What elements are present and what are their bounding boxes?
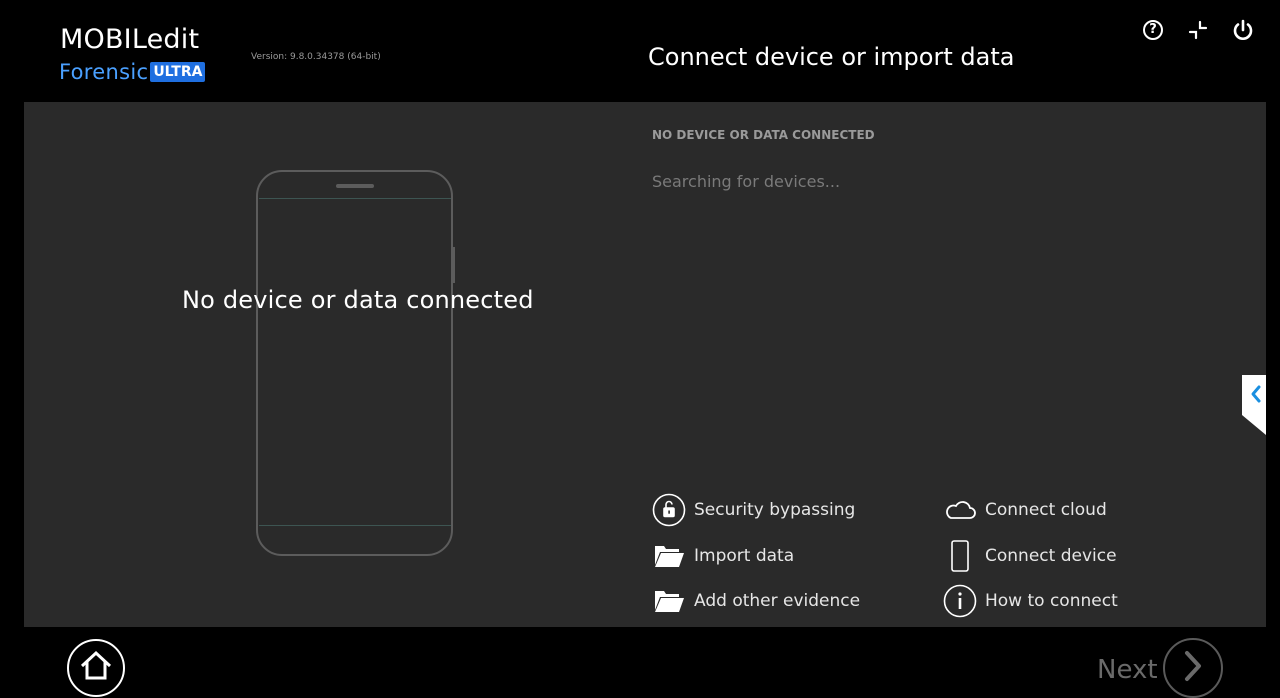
home-icon xyxy=(79,650,113,686)
version-label: Version: 9.8.0.34378 (64-bit) xyxy=(251,52,381,62)
logo-ultra-badge: ULTRA xyxy=(150,62,206,82)
minimize-icon[interactable] xyxy=(1185,17,1211,43)
chevron-right-icon xyxy=(1181,649,1205,687)
connection-status-heading: NO DEVICE OR DATA CONNECTED xyxy=(652,128,875,142)
phone-speaker xyxy=(336,184,374,188)
security-bypassing-button[interactable]: Security bypassing xyxy=(652,493,855,527)
phone-screen-bottom-line xyxy=(259,525,451,526)
phone-icon xyxy=(943,539,977,573)
app-logo-subtitle: Forensic ULTRA xyxy=(59,60,206,84)
info-icon xyxy=(943,584,977,618)
how-to-connect-button[interactable]: How to connect xyxy=(943,584,1118,618)
connect-device-label: Connect device xyxy=(985,546,1117,566)
cloud-icon xyxy=(943,493,977,527)
how-to-connect-label: How to connect xyxy=(985,591,1118,611)
no-device-message: No device or data connected xyxy=(182,286,534,314)
security-bypassing-label: Security bypassing xyxy=(694,500,856,520)
folder-open-icon xyxy=(652,539,686,573)
phone-outline-illustration xyxy=(256,170,453,556)
side-panel-toggle[interactable] xyxy=(1242,375,1266,435)
add-other-evidence-label: Add other evidence xyxy=(694,591,861,611)
help-icon[interactable]: ? xyxy=(1140,17,1166,43)
power-icon[interactable] xyxy=(1230,17,1256,43)
import-data-label: Import data xyxy=(694,546,795,566)
connect-cloud-button[interactable]: Connect cloud xyxy=(943,493,1107,527)
phone-screen-top-line xyxy=(259,198,451,199)
connect-cloud-label: Connect cloud xyxy=(985,500,1107,520)
app-logo-title: MOBILedit xyxy=(60,24,200,55)
next-label: Next xyxy=(1097,655,1158,685)
searching-status: Searching for devices... xyxy=(652,172,841,191)
next-button[interactable] xyxy=(1163,638,1223,698)
import-data-button[interactable]: Import data xyxy=(652,539,794,573)
add-other-evidence-button[interactable]: Add other evidence xyxy=(652,584,860,618)
logo-forensic-text: Forensic xyxy=(59,60,149,84)
home-button[interactable] xyxy=(67,639,125,697)
unlock-icon xyxy=(652,493,686,527)
connect-device-button[interactable]: Connect device xyxy=(943,539,1117,573)
folder-open-icon xyxy=(652,584,686,618)
page-title: Connect device or import data xyxy=(648,43,1015,71)
phone-side-button xyxy=(452,247,455,283)
